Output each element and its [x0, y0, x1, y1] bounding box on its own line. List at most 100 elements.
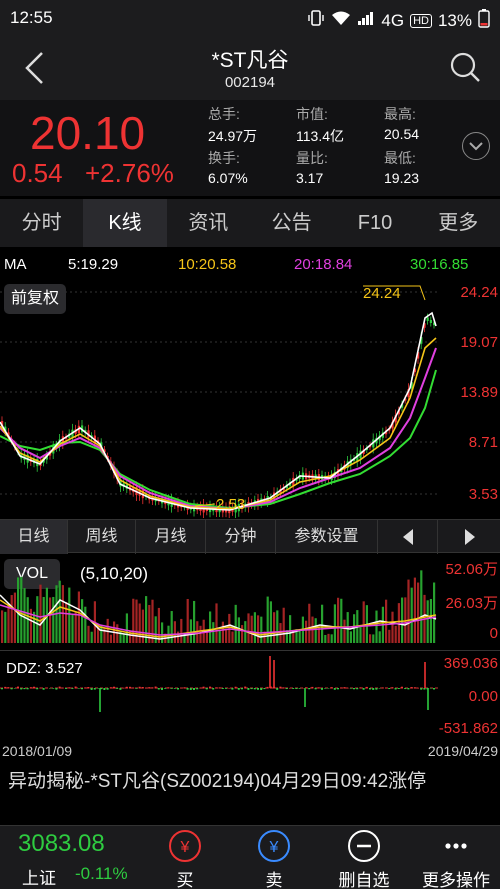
volume-bar [234, 604, 237, 643]
ddz-bar [148, 687, 151, 689]
signal-icon [357, 10, 375, 31]
ddz-bar [314, 688, 317, 690]
period-tab-settings[interactable]: 参数设置 [276, 520, 378, 554]
ddz-bar [413, 687, 416, 689]
volume-bar [298, 630, 301, 643]
ddz-bar [205, 688, 208, 690]
ddz-bar [292, 688, 295, 689]
index-name: 上证 [22, 869, 56, 888]
tab-news[interactable]: 资讯 [167, 199, 250, 247]
vol-y-tick: 0 [489, 625, 498, 642]
price-change: 0.54 [12, 158, 63, 188]
kline-low-label: 2.53 [216, 496, 245, 513]
tab-f10[interactable]: F10 [333, 199, 416, 247]
ddz-bar [340, 687, 343, 689]
ddz-bar [193, 688, 195, 690]
ddz-bar [42, 688, 45, 690]
ddz-bar [84, 687, 87, 689]
sell-button[interactable]: ¥ 卖 [234, 826, 314, 889]
period-tab-weekly[interactable]: 周线 [68, 520, 136, 554]
ddz-bar [138, 686, 141, 689]
ddz-bar [170, 688, 173, 689]
scroll-left-button[interactable] [378, 520, 438, 554]
bottom-bar: 3083.08 上证 -0.11% ¥ 买 ¥ 卖 删自选 更多操作 [0, 825, 500, 889]
ddz-bar [260, 688, 263, 690]
candle-body [426, 317, 429, 321]
volume-bar [180, 618, 183, 643]
vibrate-icon [307, 9, 325, 32]
tab-announcements[interactable]: 公告 [250, 199, 333, 247]
period-tab-minute[interactable]: 分钟 [206, 520, 276, 554]
volume-bar [426, 600, 429, 643]
tab-kline[interactable]: K线 [83, 199, 167, 247]
more-dots-icon [440, 830, 472, 862]
scroll-right-button[interactable] [438, 520, 500, 554]
volume-bar [215, 603, 218, 643]
ma-label: MA [4, 256, 27, 273]
ddz-bar [378, 688, 381, 689]
volume-bar [199, 625, 202, 643]
adjust-button[interactable]: 前复权 [4, 284, 66, 314]
period-tab-monthly[interactable]: 月线 [136, 520, 206, 554]
stock-header: *ST凡谷 002194 [0, 36, 500, 100]
ddz-bar [71, 688, 74, 689]
ddz-bar [420, 688, 423, 690]
quote-value: 113.4亿 [296, 128, 344, 144]
buy-icon: ¥ [169, 830, 201, 862]
ddz-bar [81, 688, 83, 690]
quote-label: 市值: [296, 106, 328, 122]
volume-bar [221, 621, 224, 643]
volume-bar [186, 598, 189, 643]
volume-bar [132, 598, 135, 643]
remove-watchlist-button[interactable]: 删自选 [324, 826, 404, 889]
volume-bar [157, 607, 160, 643]
network-type: 4G [381, 10, 405, 30]
ddz-bar [151, 687, 154, 689]
buy-button[interactable]: ¥ 买 [145, 826, 225, 889]
volume-bar [212, 622, 215, 643]
ddz-bar [407, 688, 410, 690]
ddz-bar [97, 688, 99, 689]
ddz-bar [87, 687, 90, 689]
volume-chart[interactable] [0, 555, 500, 647]
quote-value: 24.97万 [208, 128, 258, 144]
ddz-bar [1, 688, 3, 690]
ddz-bar [381, 687, 384, 689]
battery-percent: 13% [437, 10, 472, 30]
ddz-bar [365, 686, 368, 689]
ddz-bar [250, 688, 253, 690]
ma10-line [0, 337, 437, 510]
more-actions-button[interactable]: 更多操作 [416, 826, 496, 889]
ddz-bar [404, 688, 407, 690]
volume-bar [231, 631, 234, 643]
ddz-bar [13, 688, 16, 689]
ddz-bar [388, 688, 391, 690]
ddz-bar [417, 687, 419, 689]
ddz-chart[interactable] [0, 652, 500, 742]
ma-legend: MA 5:19.29 10:20.58 20:18.84 30:16.85 [0, 250, 500, 278]
volume-bar [391, 611, 394, 643]
expand-quote-icon[interactable] [462, 132, 490, 160]
volume-bar [71, 614, 74, 643]
tab-more[interactable]: 更多 [417, 199, 500, 247]
ddz-bar [225, 688, 227, 689]
stock-name: *ST凡谷 [211, 49, 289, 72]
ddz-bar [317, 687, 320, 689]
ddz-bar [4, 686, 7, 689]
quote-value: 3.17 [296, 170, 324, 186]
volume-bar [369, 634, 372, 643]
ddz-bar [241, 688, 243, 690]
quote-label: 换手: [208, 150, 240, 166]
volume-bar [4, 611, 7, 643]
stock-code: 002194 [224, 74, 276, 91]
status-icons: 4G HD 13% [307, 8, 490, 33]
tab-timeshare[interactable]: 分时 [0, 199, 83, 247]
kline-chart[interactable]: 24.24 2.53 [0, 278, 500, 518]
news-headline[interactable]: 异动揭秘-*ST凡谷(SZ002194)04月29日09:42涨停 [0, 763, 500, 825]
ddz-bar [234, 686, 237, 689]
ddz-bar [125, 686, 128, 689]
period-tab-daily[interactable]: 日线 [0, 520, 68, 554]
search-icon[interactable] [448, 50, 482, 84]
volume-bar [407, 579, 410, 643]
ddz-bar [337, 688, 339, 690]
